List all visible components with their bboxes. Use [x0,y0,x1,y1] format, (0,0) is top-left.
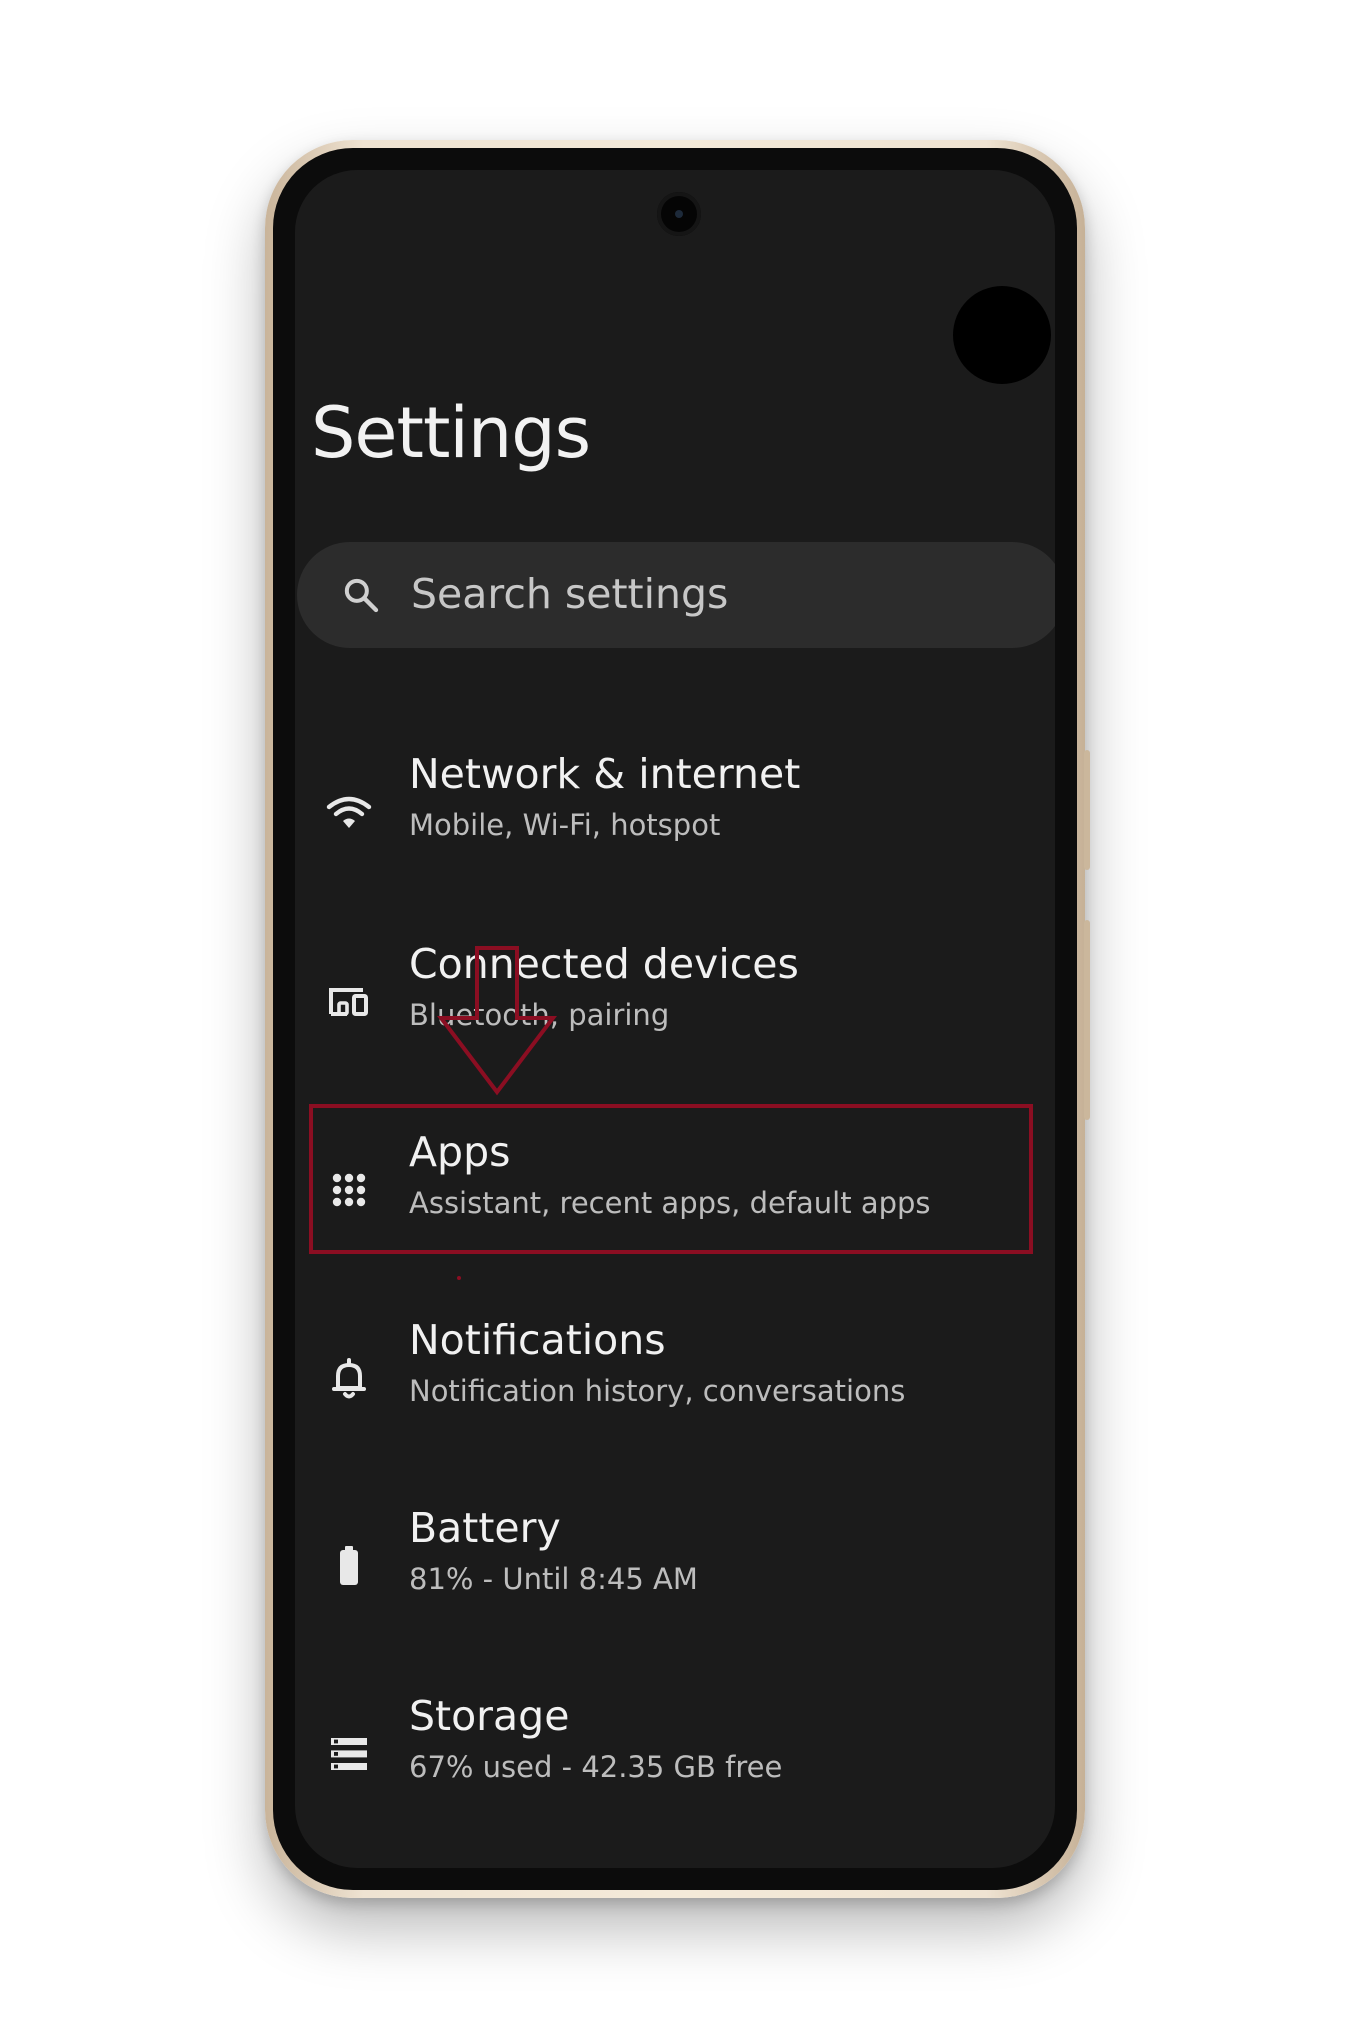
devices-icon [329,988,368,1016]
settings-item-notifications[interactable]: Notifications Notification history, conv… [295,1316,1055,1466]
item-subtitle: Mobile, Wi-Fi, hotspot [409,808,721,842]
item-title: Network & internet [409,750,801,798]
item-title: Storage [409,1692,570,1740]
settings-item-connected-devices[interactable]: Connected devices Bluetooth, pairing [295,940,1055,1090]
page-title: Settings [311,392,591,474]
settings-item-battery[interactable]: Battery 81% - Until 8:45 AM [295,1504,1055,1654]
profile-avatar[interactable] [953,286,1051,384]
storage-icon [331,1738,367,1770]
battery-icon [340,1546,358,1585]
settings-item-network[interactable]: Network & internet Mobile, Wi-Fi, hotspo… [295,750,1055,900]
item-subtitle: Notification history, conversations [409,1374,906,1408]
volume-button [1084,750,1090,870]
power-button [1084,920,1090,1120]
search-icon [344,578,379,613]
search-bar[interactable]: Search settings [297,542,1055,648]
bell-icon [332,1358,366,1399]
item-subtitle: 67% used - 42.35 GB free [409,1750,783,1784]
item-title: Battery [409,1504,561,1552]
annotation-dot [457,1276,461,1280]
settings-item-storage[interactable]: Storage 67% used - 42.35 GB free [295,1692,1055,1842]
wifi-icon [326,796,372,828]
page: Settings Search settings Network & inter… [0,0,1350,2025]
search-placeholder: Search settings [411,570,729,618]
item-subtitle: 81% - Until 8:45 AM [409,1562,698,1596]
phone-frame: Settings Search settings Network & inter… [265,140,1090,1898]
item-title: Notifications [409,1316,666,1364]
front-camera [657,192,701,236]
settings-screen: Settings Search settings Network & inter… [295,170,1055,1868]
down-arrow-icon [437,946,557,1096]
apps-highlight-box [309,1104,1033,1254]
phone-bezel: Settings Search settings Network & inter… [273,148,1077,1890]
